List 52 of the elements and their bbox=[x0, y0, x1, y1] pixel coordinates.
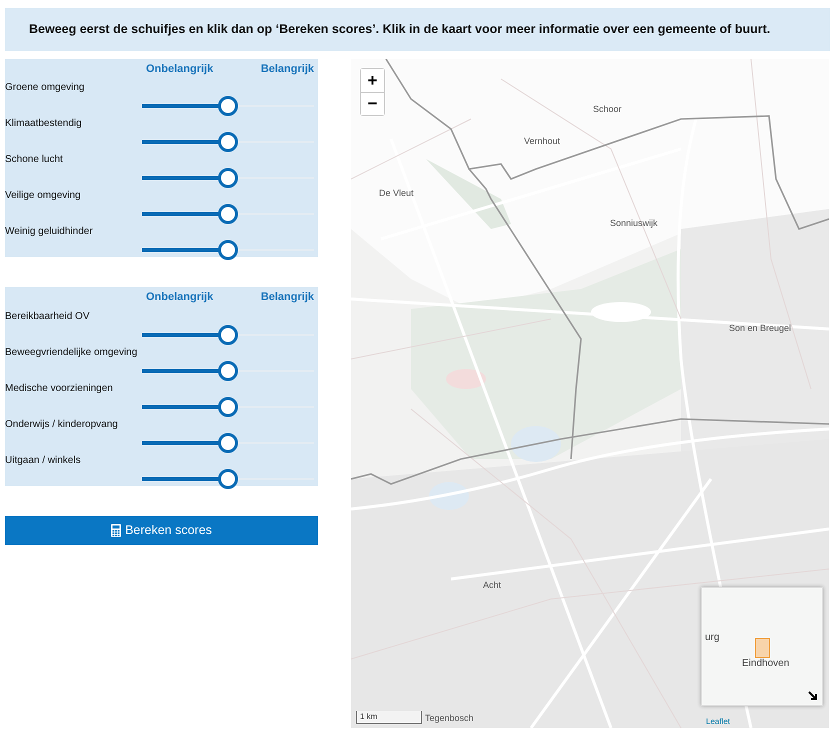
map[interactable]: 1 km Schoor Vernhout De Vleut Sonniuswijk Son en Breugel Acht Tegenbosch + − urg Eindhoven Leaflet bbox=[351, 58, 829, 728]
slider-label: Klimaatbestendig bbox=[5, 117, 83, 132]
slider-label: Veilige omgeving bbox=[5, 189, 82, 204]
attribution-link[interactable]: Leaflet bbox=[706, 716, 730, 728]
slider-label: Schone lucht bbox=[5, 153, 64, 168]
slider-handle[interactable] bbox=[218, 168, 238, 188]
place-label: Schoor bbox=[593, 102, 622, 116]
slider-track[interactable] bbox=[142, 432, 314, 453]
slider-label: Groene omgeving bbox=[5, 81, 86, 96]
minimap-label: Eindhoven bbox=[742, 656, 790, 671]
slider-track[interactable] bbox=[142, 132, 314, 152]
scale-low-label: Onbelangrijk bbox=[146, 290, 214, 306]
slider-label: Beweegvriendelijke omgeving bbox=[5, 346, 138, 360]
slider-handle[interactable] bbox=[218, 360, 238, 381]
slider-label: Bereikbaarheid OV bbox=[5, 310, 90, 324]
slider-track[interactable] bbox=[142, 96, 314, 116]
place-label: Acht bbox=[483, 578, 502, 592]
slider-track[interactable] bbox=[142, 240, 314, 260]
slider-handle[interactable] bbox=[218, 432, 238, 453]
slider-label: Weinig geluidhinder bbox=[5, 225, 94, 240]
minimap[interactable]: urg Eindhoven bbox=[701, 586, 823, 706]
slider-label: Medische voorzieningen bbox=[5, 382, 114, 396]
slider-handle[interactable] bbox=[218, 96, 238, 116]
place-label: De Vleut bbox=[379, 186, 414, 200]
minimap-label: urg bbox=[705, 630, 720, 645]
instruction-text: Beweeg eerst de schuifjes en klik dan op ‘Bereken scores’. Klik in de kaart voor meer informatie over een gemeente of buurt. bbox=[5, 8, 830, 51]
scale-high-label: Belangrijk bbox=[260, 290, 314, 306]
slider-track[interactable] bbox=[142, 360, 314, 381]
slider-label: Onderwijs / kinderopvang bbox=[5, 418, 119, 432]
collapse-arrow-icon[interactable] bbox=[808, 690, 817, 700]
place-label: Tegenbosch bbox=[425, 712, 474, 725]
zoom-out-button[interactable]: − bbox=[361, 92, 384, 115]
slider-track[interactable] bbox=[142, 468, 314, 489]
calculate-button[interactable]: Bereken scores bbox=[5, 516, 318, 545]
slider-track[interactable] bbox=[142, 168, 314, 188]
calculator-icon bbox=[111, 524, 122, 537]
slider-handle[interactable] bbox=[218, 324, 238, 345]
slider-handle[interactable] bbox=[218, 204, 238, 224]
slider-track[interactable] bbox=[142, 204, 314, 224]
scale-bar: 1 km bbox=[356, 710, 422, 724]
place-label: Vernhout bbox=[524, 134, 560, 148]
slider-handle[interactable] bbox=[218, 132, 238, 152]
slider-track[interactable] bbox=[142, 396, 314, 417]
slider-handle[interactable] bbox=[218, 396, 238, 417]
scale-low-label: Onbelangrijk bbox=[146, 62, 214, 77]
place-label: Sonniuswijk bbox=[610, 216, 658, 230]
place-label: Son en Breugel bbox=[729, 322, 792, 335]
scale-high-label: Belangrijk bbox=[260, 62, 314, 77]
slider-handle[interactable] bbox=[218, 468, 238, 489]
slider-label: Uitgaan / winkels bbox=[5, 454, 82, 468]
slider-track[interactable] bbox=[142, 324, 314, 345]
slider-handle[interactable] bbox=[218, 240, 238, 260]
